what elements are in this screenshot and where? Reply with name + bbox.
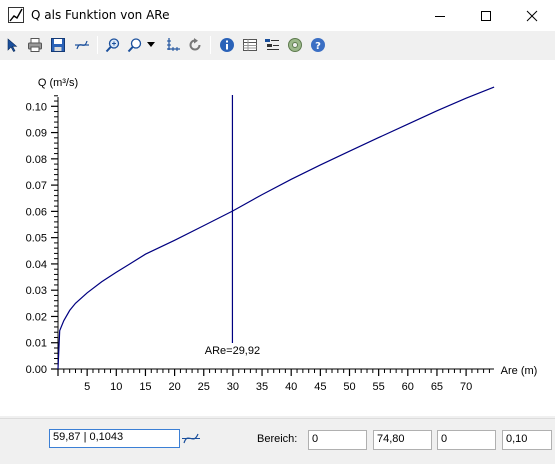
table-button[interactable]: [240, 35, 260, 55]
x-axis-title: Are (m): [501, 365, 538, 377]
toolbar-separator: [97, 36, 98, 54]
curve-tool-button[interactable]: [72, 35, 92, 55]
svg-text:?: ?: [315, 41, 321, 52]
status-bar: 59,87 | 0,1043 Bereich: 0 74,80 0 0,10: [0, 418, 555, 464]
toolbar-separator: [210, 36, 211, 54]
pointer-tool-button[interactable]: [3, 35, 23, 55]
help-button[interactable]: ?: [308, 35, 328, 55]
axes-icon: [167, 38, 180, 51]
dropdown-arrow-icon: [147, 42, 155, 47]
crosshair-curve-icon: [182, 433, 200, 444]
window-title: Q als Funktion von ARe: [31, 8, 170, 22]
minimize-icon: [435, 15, 445, 17]
table-icon: [243, 39, 257, 51]
x-tick-label: 70: [460, 381, 472, 393]
plot-area[interactable]: 0.00 0.01 0.02 0.03 0.04 0.05 0.06 0.07 0.08 0.09…: [0, 60, 555, 416]
zoom-in-button[interactable]: [103, 35, 123, 55]
toolbar: ?: [0, 31, 555, 60]
print-button[interactable]: [25, 35, 45, 55]
y-tick-label: 0.06: [26, 206, 47, 218]
x-tick-label: 65: [431, 381, 443, 393]
x-tick-label: 50: [343, 381, 355, 393]
chart-app-icon: [8, 7, 24, 23]
y-tick-label: 0.01: [26, 338, 47, 350]
range-label: Bereich:: [257, 433, 298, 445]
close-icon: [526, 10, 538, 21]
close-button[interactable]: [509, 0, 555, 31]
settings-icon: [288, 38, 302, 52]
x-tick-label: 55: [373, 381, 385, 393]
pointer-icon: [7, 38, 18, 52]
y-tick-label: 0.00: [26, 364, 47, 376]
crosshair-button[interactable]: [181, 430, 201, 447]
title-bar: Q als Funktion von ARe: [0, 0, 555, 31]
range-y-min-field[interactable]: 0: [437, 430, 496, 450]
y-tick-label: 0.10: [26, 101, 47, 113]
refresh-button[interactable]: [185, 35, 205, 55]
y-tick-label: 0.04: [26, 259, 47, 271]
zoom-menu-icon: [127, 38, 142, 53]
curve-tool-icon: [75, 40, 89, 50]
marker-label: ARe=29,92: [205, 345, 260, 357]
print-icon: [28, 38, 42, 52]
y-tick-label: 0.05: [26, 233, 47, 245]
zoom-in-icon: [105, 38, 120, 53]
range-y-max-field[interactable]: 0,10: [502, 430, 552, 450]
series-line-0: [57, 86, 495, 370]
y-axis-title: Q (m³/s): [38, 77, 78, 89]
x-tick-label: 5: [84, 381, 90, 393]
zoom-menu-button[interactable]: [125, 35, 145, 55]
x-tick-label: 40: [285, 381, 297, 393]
y-tick-label: 0.08: [26, 154, 47, 166]
x-tick-label: 10: [110, 381, 122, 393]
x-tick-label: 60: [402, 381, 414, 393]
save-button[interactable]: [48, 35, 68, 55]
y-tick-label: 0.09: [26, 128, 47, 140]
y-tick-label: 0.07: [26, 180, 47, 192]
y-tick-label: 0.03: [26, 285, 47, 297]
maximize-icon: [481, 10, 491, 21]
chart[interactable]: 0.00 0.01 0.02 0.03 0.04 0.05 0.06 0.07 0.08 0.09…: [0, 60, 555, 416]
x-tick-label: 35: [256, 381, 268, 393]
save-icon: [51, 38, 65, 52]
range-x-min-field[interactable]: 0: [308, 430, 367, 450]
x-tick-label: 20: [168, 381, 180, 393]
legend-icon: [265, 39, 279, 50]
y-tick-label: 0.02: [26, 311, 47, 323]
minimize-button[interactable]: [417, 0, 463, 31]
zoom-dropdown-button[interactable]: [145, 35, 157, 55]
x-tick-label: 45: [314, 381, 326, 393]
help-icon: ?: [311, 38, 325, 52]
refresh-icon: [189, 38, 201, 51]
x-tick-label: 15: [139, 381, 151, 393]
axes-button[interactable]: [163, 35, 183, 55]
info-icon: [220, 38, 234, 52]
range-x-max-field[interactable]: 74,80: [373, 430, 432, 450]
settings-button[interactable]: [285, 35, 305, 55]
x-tick-label: 25: [198, 381, 210, 393]
coordinate-field[interactable]: 59,87 | 0,1043: [49, 429, 180, 448]
legend-button[interactable]: [262, 35, 282, 55]
x-tick-label: 30: [227, 381, 239, 393]
maximize-button[interactable]: [463, 0, 509, 31]
info-button[interactable]: [217, 35, 237, 55]
